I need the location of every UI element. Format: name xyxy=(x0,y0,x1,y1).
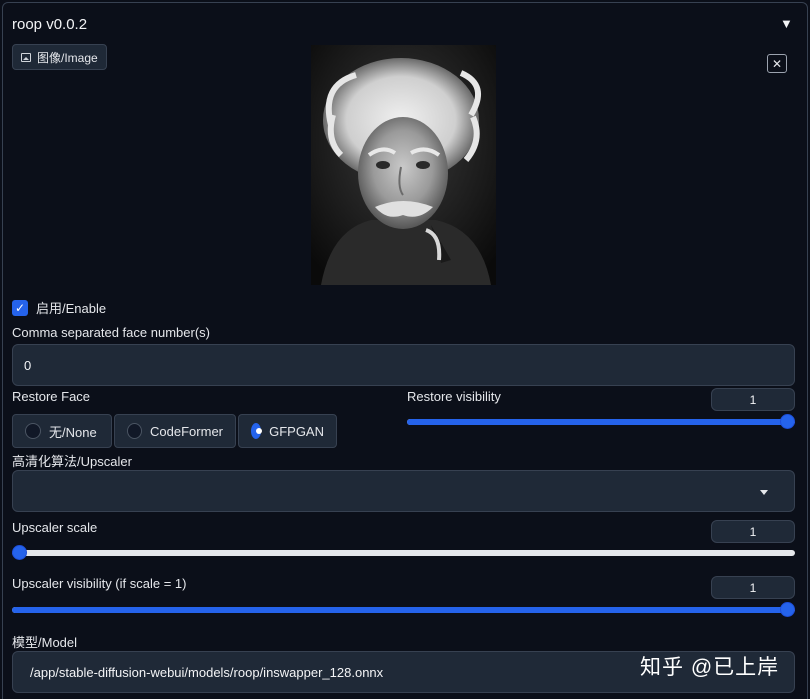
triangle-down-icon[interactable]: ▼ xyxy=(780,16,793,31)
close-icon: ✕ xyxy=(771,56,783,71)
enable-label: 启用/Enable xyxy=(36,301,107,316)
radio-unselected-icon xyxy=(25,423,41,439)
upscaler-label: 高清化算法/Upscaler xyxy=(12,454,132,469)
clear-image-button[interactable]: ✕ xyxy=(767,54,787,73)
radio-unselected-icon xyxy=(127,423,143,439)
restore-face-option-none[interactable]: 无/None xyxy=(12,414,112,448)
upscaler-dropdown[interactable] xyxy=(12,470,795,512)
panel-title: roop v0.0.2 xyxy=(12,16,88,33)
restore-face-label: Restore Face xyxy=(12,389,91,404)
slider-thumb[interactable] xyxy=(780,602,795,617)
image-tab[interactable]: 图像/Image xyxy=(12,44,107,70)
option-label: GFPGAN xyxy=(269,423,324,439)
upscaler-scale-number[interactable]: 1 xyxy=(711,520,795,543)
image-tab-label: 图像/Image xyxy=(37,50,98,65)
upscaler-visibility-slider[interactable] xyxy=(12,601,795,619)
upscaler-scale-slider[interactable] xyxy=(12,544,795,562)
watermark-text: 知乎 @已上岸 xyxy=(640,656,780,679)
option-label: CodeFormer xyxy=(150,423,223,439)
restore-face-option-gfpgan[interactable]: GFPGAN xyxy=(238,414,337,448)
restore-face-radio-group: 无/None CodeFormer GFPGAN xyxy=(12,414,337,448)
source-face-image[interactable] xyxy=(311,45,496,285)
enable-checkbox-row[interactable]: ✓ 启用/Enable xyxy=(12,298,106,317)
upscaler-visibility-label: Upscaler visibility (if scale = 1) xyxy=(12,576,187,591)
restore-visibility-number[interactable]: 1 xyxy=(711,388,795,411)
restore-visibility-slider[interactable] xyxy=(407,413,795,431)
chevron-down-icon xyxy=(760,490,768,495)
model-label: 模型/Model xyxy=(12,635,78,650)
upscaler-scale-label: Upscaler scale xyxy=(12,520,98,535)
slider-fill xyxy=(12,607,788,613)
slider-fill xyxy=(407,419,788,425)
slider-thumb[interactable] xyxy=(12,545,27,560)
slider-track xyxy=(12,550,795,556)
upscaler-visibility-number[interactable]: 1 xyxy=(711,576,795,599)
restore-visibility-label: Restore visibility xyxy=(407,389,501,404)
radio-selected-icon xyxy=(251,423,263,439)
restore-face-option-codeformer[interactable]: CodeFormer xyxy=(114,414,236,448)
face-numbers-label: Comma separated face number(s) xyxy=(12,325,210,340)
enable-checkbox[interactable]: ✓ xyxy=(12,299,28,316)
face-numbers-input[interactable]: 0 xyxy=(12,344,795,386)
slider-thumb[interactable] xyxy=(780,414,795,429)
image-icon xyxy=(21,52,31,62)
option-label: 无/None xyxy=(49,424,97,440)
portrait-photo xyxy=(311,45,496,285)
